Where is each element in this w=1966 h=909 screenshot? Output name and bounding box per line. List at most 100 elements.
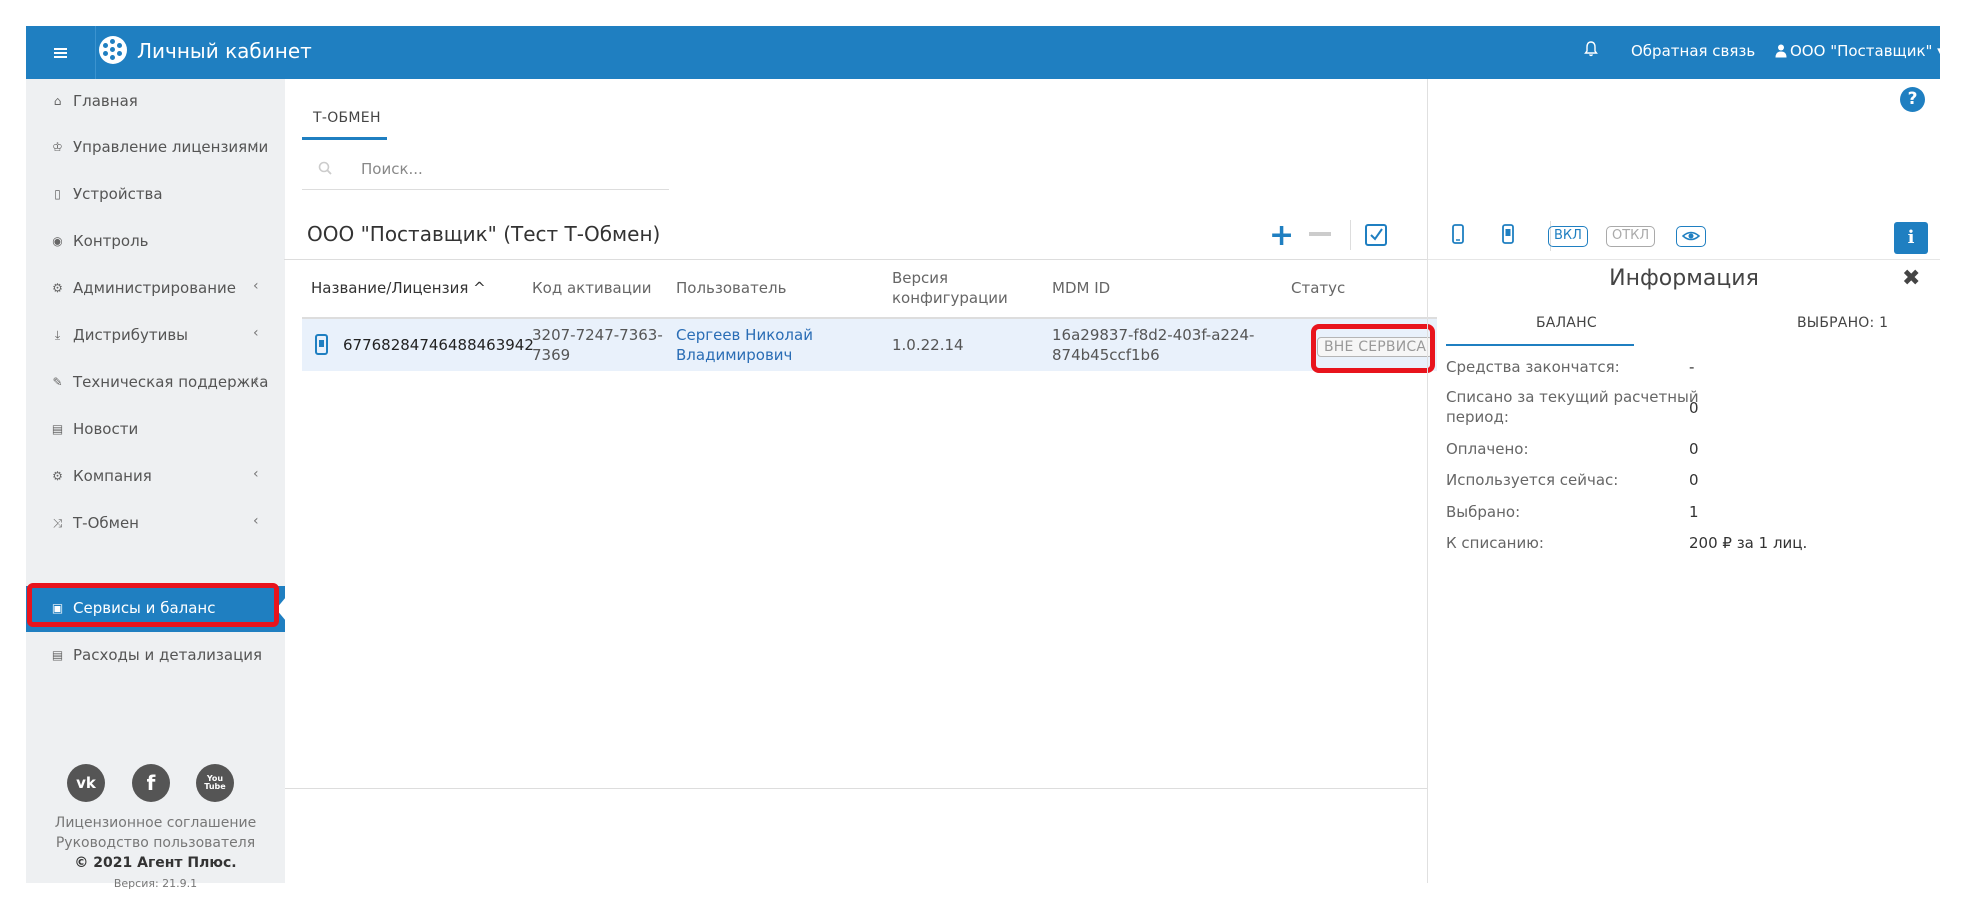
chevron-left-icon: ‹ [253,372,259,388]
chevron-left-icon: ‹ [253,325,259,341]
wrench-icon: ✎ [52,375,63,389]
active-tab-indicator [1446,344,1634,346]
activation-code: 3207-7247-7363- [532,326,663,344]
feedback-link[interactable]: Обратная связь [1631,42,1755,60]
sidebar-item-news[interactable]: ▤ Новости [26,407,285,453]
kv-label: Списано за текущий расчетный [1446,388,1699,406]
tab-t-exchange[interactable]: Т-ОБМЕН [302,102,387,140]
device-license-icon[interactable] [1502,224,1514,248]
page-title: ООО "Поставщик" (Тест Т-Обмен) [307,222,661,246]
shuffle-icon: ⤨ [52,516,63,530]
sidebar-item-devices[interactable]: ▯ Устройства [26,172,285,218]
list-icon: ▤ [51,648,64,662]
device-icon [315,334,328,355]
gears-icon: ⚙ [52,281,63,295]
search-box[interactable]: Поиск... [302,148,669,190]
column-header-name[interactable]: Название/Лицензия ^ [311,279,486,297]
globe-icon: ◉ [52,234,63,248]
disable-button[interactable]: ОТКЛ [1606,226,1656,247]
close-icon[interactable]: ✖ [1902,266,1920,291]
bell-icon[interactable] [1584,41,1598,57]
user-icon [1775,43,1787,58]
tab-selected[interactable]: ВЫБРАНО: 1 [1797,315,1888,331]
menu-toggle-button[interactable] [26,26,96,79]
select-all-icon[interactable] [1365,224,1387,246]
info-button[interactable]: i [1894,222,1928,254]
hamburger-icon [54,47,67,58]
help-icon[interactable]: ? [1900,87,1925,112]
chevron-left-icon: ‹ [253,137,259,153]
app-window: Личный кабинет Обратная связь ООО "Поста… [26,26,1945,890]
sidebar-item-distributions[interactable]: ⤓ Дистрибутивы ‹ [26,313,285,359]
mdm-id: 16a29837-f8d2-403f-a224- [1052,326,1255,344]
sidebar-item-label: Управление лицензиями [73,138,269,156]
license-agreement-link[interactable]: Лицензионное соглашение [26,815,285,831]
panel-title: Информация [1609,266,1759,291]
column-header-code[interactable]: Код активации [532,279,651,297]
app-title: Личный кабинет [137,39,312,63]
add-icon[interactable]: + [1269,221,1294,251]
sidebar-item-label: Администрирование [73,279,237,297]
sidebar-item-label: Новости [73,420,139,438]
sidebar-item-t-exchange[interactable]: ⤨ Т-Обмен ‹ [26,501,285,547]
mobile-icon: ▯ [54,187,61,201]
user-link-2[interactable]: Владимирович [676,346,792,365]
enable-button[interactable]: ВКЛ [1548,226,1588,247]
chevron-left-icon: ‹ [253,466,259,482]
user-link[interactable]: Сергеев Николай [676,326,813,345]
kv-label: Оплачено: [1446,440,1529,458]
logo-icon [99,36,127,64]
home-icon: ⌂ [53,94,62,108]
sidebar-item-label: Контроль [73,232,149,250]
kv-label: Средства закончатся: [1446,358,1620,376]
kv-label: К списанию: [1446,534,1544,552]
column-header-status[interactable]: Статус [1291,279,1345,297]
sidebar-item-label: Техническая поддержка [73,373,269,391]
sidebar-item-expenses[interactable]: ▤ Расходы и детализация [26,633,285,679]
version-label: Версия: 21.9.1 [113,877,198,890]
sidebar-item-label: Компания [73,467,152,485]
kv-label: Выбрано: [1446,503,1521,521]
divider [1428,259,1940,260]
column-header-version[interactable]: Версия [892,269,948,287]
config-version: 1.0.22.14 [892,336,964,354]
sitemap-icon: ♔ [52,140,63,154]
kv-label-2: период: [1446,408,1509,426]
kv-value: - [1689,358,1695,376]
user-manual-link[interactable]: Руководство пользователя [26,835,285,851]
tab-balance[interactable]: БАЛАНС [1536,315,1597,331]
facebook-icon[interactable]: f [132,764,170,802]
kv-value: 1 [1689,503,1699,521]
activation-code-2: 7369 [532,346,571,364]
sidebar-item-licenses[interactable]: ♔ Управление лицензиями ‹ [26,125,285,171]
table-row[interactable]: 67768284746488463942 3207-7247-7363- 736… [302,319,1437,371]
sidebar-item-company[interactable]: ⚙ Компания ‹ [26,454,285,500]
vk-icon[interactable]: vk [67,764,105,802]
kv-value: 200 ₽ за 1 лиц. [1689,534,1808,552]
sidebar-item-support[interactable]: ✎ Техническая поддержка ‹ [26,360,285,406]
kv-value: 0 [1689,471,1699,489]
sidebar-item-control[interactable]: ◉ Контроль [26,219,285,265]
highlight-frame-nav [27,583,279,627]
column-header-mdm[interactable]: MDM ID [1052,279,1110,297]
gear-icon: ⚙ [52,469,63,483]
divider [284,259,1427,260]
column-header-version-2[interactable]: конфигурации [892,289,1008,307]
chevron-left-icon: ‹ [253,513,259,529]
newspaper-icon: ▤ [51,422,64,436]
sidebar-item-label: Расходы и детализация [73,646,263,664]
search-icon [318,161,332,175]
search-input[interactable]: Поиск... [361,160,423,178]
sidebar-item-administration[interactable]: ⚙ Администрирование ‹ [26,266,285,312]
sidebar-item-home[interactable]: ⌂ Главная [26,79,285,125]
account-menu[interactable]: ООО "Поставщик" ▾ [1790,42,1945,60]
top-bar: Личный кабинет Обратная связь ООО "Поста… [26,26,1945,79]
sidebar-item-label: Дистрибутивы [73,326,189,344]
sidebar-item-label: Устройства [73,185,163,203]
kv-value: 0 [1689,399,1699,417]
youtube-icon[interactable]: You Tube [196,764,234,802]
mobile-icon[interactable] [1452,224,1464,248]
view-button[interactable] [1676,226,1706,247]
remove-icon[interactable] [1309,232,1331,236]
column-header-user[interactable]: Пользователь [676,279,786,297]
